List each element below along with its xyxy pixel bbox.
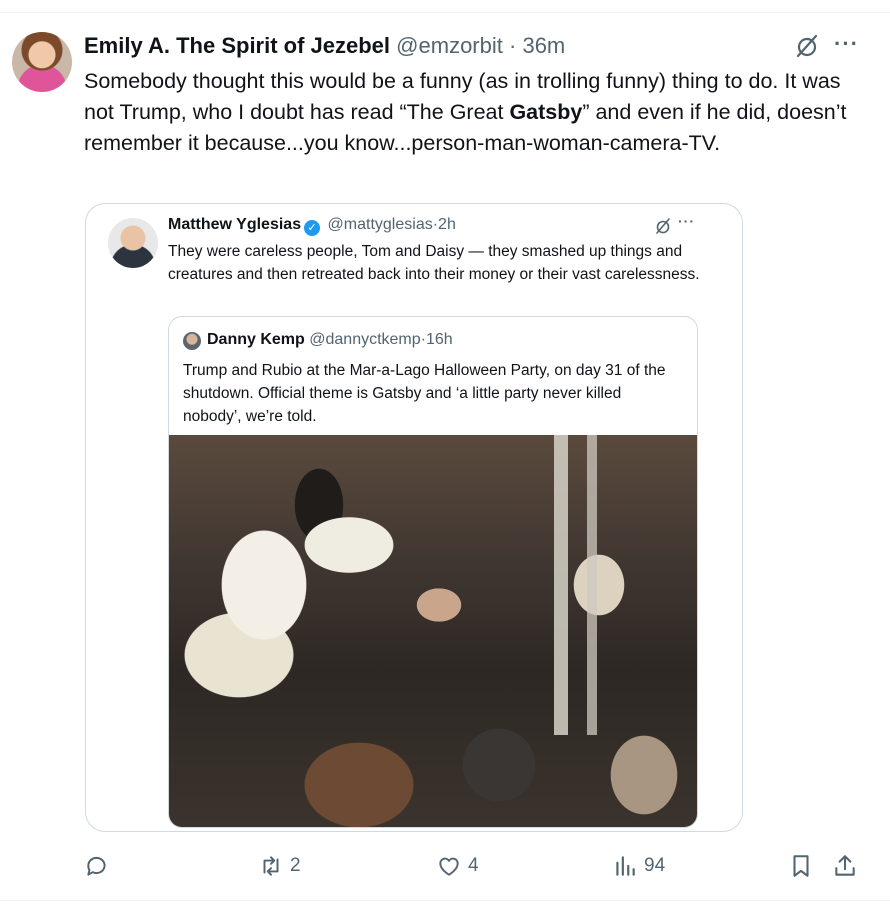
nested-tweet-text: Trump and Rubio at the Mar-a-Lago Hallow… [183, 362, 666, 425]
like-count: 4 [468, 855, 479, 876]
quoted-author-handle[interactable]: @mattyglesias [328, 216, 433, 233]
views-button[interactable]: 94 [612, 848, 665, 884]
header-separator: · [509, 33, 517, 58]
quoted-edited-icon [656, 218, 670, 234]
author-handle[interactable]: @emzorbit [396, 33, 503, 58]
top-divider [0, 12, 890, 13]
reply-icon [87, 856, 106, 876]
quoted-tweet[interactable]: Matthew Yglesias ✓ @mattyglesias·2h ··· T… [85, 203, 743, 832]
tweet-time[interactable]: 36m [522, 33, 565, 58]
tweet-text: Somebody thought this would be a funny (… [84, 66, 874, 159]
action-bar: 2 4 94 [0, 848, 890, 884]
nested-quoted-tweet[interactable]: Danny Kemp @dannyctkemp·16h Trump and Ru… [168, 316, 698, 828]
quoted-tweet-header: Matthew Yglesias ✓ @mattyglesias·2h [168, 216, 456, 236]
heart-icon [439, 857, 459, 876]
author-avatar[interactable] [12, 32, 72, 92]
party-photo[interactable] [169, 435, 697, 827]
quoted-tweet-text: They were careless people, Tom and Daisy… [168, 243, 700, 283]
quoted-author-name[interactable]: Matthew Yglesias [168, 216, 301, 233]
photo-pillar [587, 435, 597, 735]
views-icon [616, 856, 635, 876]
bookmark-icon [793, 855, 809, 877]
bottom-divider [0, 900, 890, 901]
retweet-count: 2 [290, 855, 301, 876]
tweet-header: Emily A. The Spirit of Jezebel @emzorbit… [84, 33, 565, 59]
quoted-more-icon[interactable]: ··· [678, 213, 695, 229]
nested-author-handle[interactable]: @dannyctkemp [309, 331, 420, 348]
nested-author-avatar[interactable] [183, 332, 201, 350]
retweet-button[interactable]: 2 [258, 848, 301, 884]
quoted-author-avatar[interactable] [108, 218, 158, 268]
views-count: 94 [644, 855, 666, 876]
edited-icon [796, 34, 818, 58]
photo-pillar [554, 435, 568, 735]
like-button[interactable]: 4 [436, 848, 479, 884]
quoted-tweet-time[interactable]: 2h [438, 216, 456, 233]
share-button[interactable] [832, 848, 858, 884]
nested-tweet-time[interactable]: 16h [426, 331, 453, 348]
reply-button[interactable] [84, 848, 116, 884]
share-icon [835, 855, 855, 876]
nested-tweet-header: Danny Kemp @dannyctkemp·16h [207, 331, 453, 349]
tweet-text-bold: Gatsby [509, 100, 583, 124]
author-name[interactable]: Emily A. The Spirit of Jezebel [84, 33, 390, 58]
bookmark-button[interactable] [788, 848, 814, 884]
retweet-icon [263, 856, 279, 876]
nested-author-name[interactable]: Danny Kemp [207, 331, 305, 348]
verified-badge-icon: ✓ [304, 220, 321, 236]
more-icon[interactable]: ··· [834, 32, 858, 56]
